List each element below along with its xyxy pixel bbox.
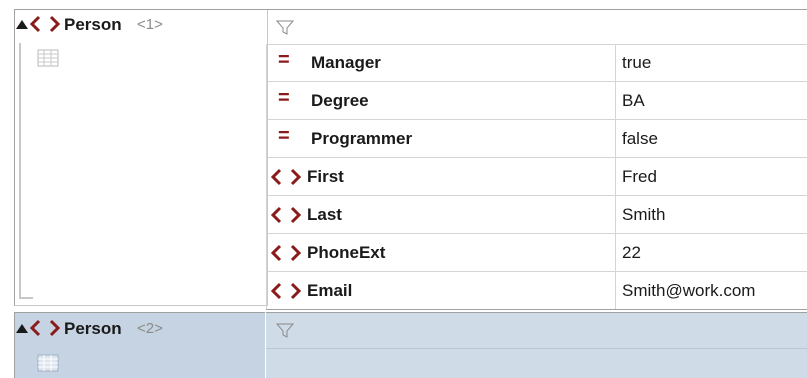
table-view-icon[interactable] bbox=[37, 49, 59, 67]
element-icon bbox=[30, 15, 60, 33]
name-cell[interactable]: = Programmer bbox=[266, 120, 616, 157]
element-name: Last bbox=[307, 205, 342, 224]
table-row[interactable]: Email Smith@work.com bbox=[266, 272, 807, 310]
element-icon bbox=[271, 168, 301, 186]
person-1-name: Person bbox=[64, 15, 122, 34]
attribute-name: Degree bbox=[311, 91, 369, 110]
table-row[interactable]: Last Smith bbox=[266, 196, 807, 234]
person-1-index: <1> bbox=[137, 16, 163, 33]
element-icon bbox=[271, 244, 301, 262]
collapse-toggle-icon[interactable] bbox=[16, 20, 28, 29]
element-value: 22 bbox=[622, 243, 641, 262]
equals-icon: = bbox=[278, 125, 290, 147]
person-1-expand-bracket bbox=[19, 43, 33, 299]
element-name: Email bbox=[307, 281, 353, 300]
value-cell[interactable]: Fred bbox=[616, 158, 807, 195]
attribute-name: Manager bbox=[311, 53, 381, 72]
table-row[interactable]: = Degree BA bbox=[266, 82, 807, 120]
name-cell[interactable]: Last bbox=[266, 196, 616, 233]
value-cell[interactable]: Smith@work.com bbox=[616, 272, 807, 309]
element-icon bbox=[271, 206, 301, 224]
collapse-toggle-icon[interactable] bbox=[16, 324, 28, 333]
table-row[interactable]: = Manager true bbox=[266, 44, 807, 82]
element-name: PhoneExt bbox=[307, 243, 386, 262]
name-cell[interactable]: First bbox=[266, 158, 616, 195]
person-2-index: <2> bbox=[137, 320, 163, 337]
element-icon bbox=[271, 282, 301, 300]
name-cell[interactable]: PhoneExt bbox=[266, 234, 616, 271]
attribute-value: BA bbox=[622, 91, 645, 110]
element-icon bbox=[30, 319, 60, 337]
person-2-content bbox=[266, 312, 807, 378]
name-cell[interactable]: = Degree bbox=[266, 82, 616, 119]
equals-icon: = bbox=[278, 49, 290, 71]
value-cell[interactable]: BA bbox=[616, 82, 807, 119]
person-1-filter-row bbox=[266, 10, 807, 45]
value-cell[interactable]: 22 bbox=[616, 234, 807, 271]
attribute-value: false bbox=[622, 129, 658, 148]
element-value: Smith@work.com bbox=[622, 281, 756, 300]
person-1-children-table: = Manager true = Degree BA = Programmer … bbox=[266, 44, 807, 310]
table-row[interactable]: PhoneExt 22 bbox=[266, 234, 807, 272]
filter-icon[interactable] bbox=[276, 20, 294, 35]
element-value: Smith bbox=[622, 205, 666, 224]
attribute-name: Programmer bbox=[311, 129, 413, 148]
value-cell[interactable]: true bbox=[616, 44, 807, 81]
xml-grid-view: Person <1> = Manager true = Degree BA = … bbox=[0, 0, 807, 378]
name-cell[interactable]: Email bbox=[266, 272, 616, 309]
name-cell[interactable]: = Manager bbox=[266, 44, 616, 81]
table-row[interactable]: First Fred bbox=[266, 158, 807, 196]
element-name: First bbox=[307, 167, 344, 186]
person-2-header: Person <2> bbox=[16, 316, 256, 346]
table-view-icon[interactable] bbox=[37, 354, 59, 372]
table-row[interactable]: = Programmer false bbox=[266, 120, 807, 158]
element-value: Fred bbox=[622, 167, 657, 186]
attribute-value: true bbox=[622, 53, 652, 72]
person-2-name: Person bbox=[64, 319, 122, 338]
filter-icon[interactable] bbox=[276, 323, 294, 338]
value-cell[interactable]: Smith bbox=[616, 196, 807, 233]
equals-icon: = bbox=[278, 87, 290, 109]
person-1-content: = Manager true = Degree BA = Programmer … bbox=[266, 9, 807, 310]
value-cell[interactable]: false bbox=[616, 120, 807, 157]
person-1-header: Person <1> bbox=[16, 12, 256, 42]
person-2-filter-row bbox=[266, 313, 807, 349]
